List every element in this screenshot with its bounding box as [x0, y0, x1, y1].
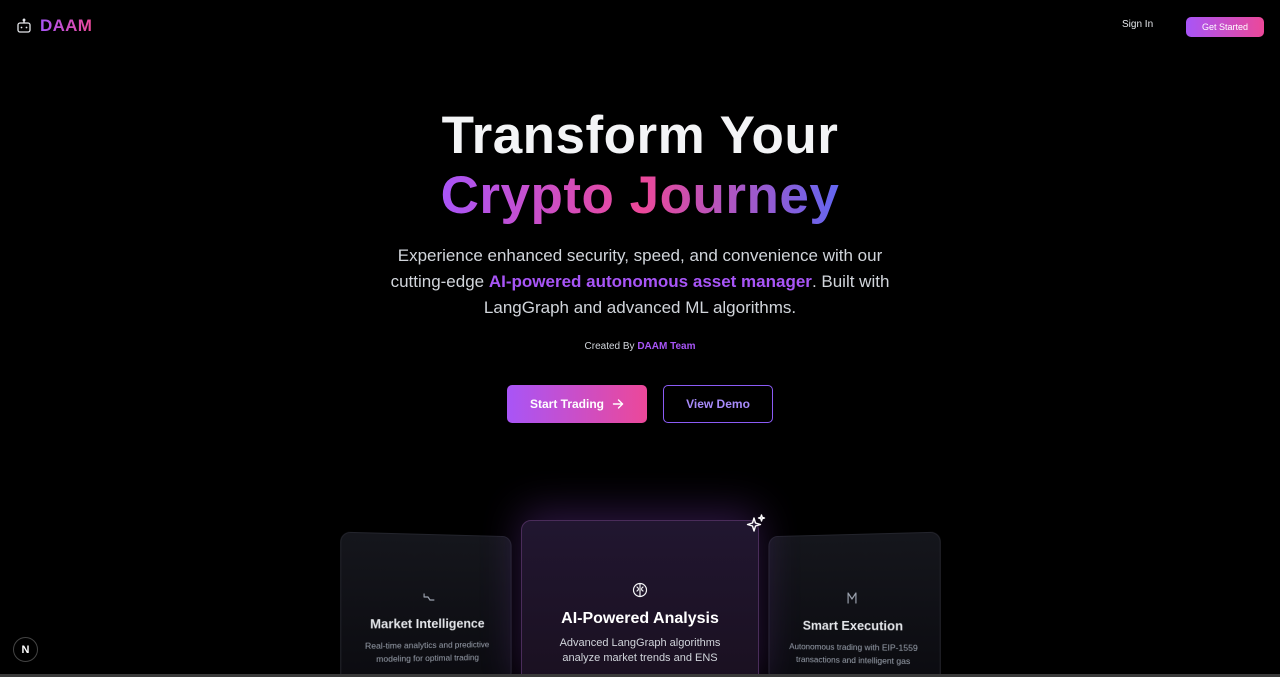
- arrow-right-icon: [612, 398, 624, 410]
- created-by: Created By DAAM Team: [0, 341, 1280, 352]
- dev-indicator-badge[interactable]: N: [13, 637, 38, 662]
- card-description: Advanced LangGraph algorithms analyze ma…: [545, 636, 735, 666]
- hero-description: Experience enhanced security, speed, and…: [380, 243, 900, 321]
- get-started-button[interactable]: Get Started: [1186, 17, 1264, 37]
- card-title: AI-Powered Analysis: [522, 610, 758, 628]
- card-description: Real-time analytics and predictive model…: [358, 638, 495, 666]
- hero-title: Transform Your Crypto Journey: [0, 106, 1280, 226]
- hero-title-line2: Crypto Journey: [441, 166, 840, 225]
- start-trading-label: Start Trading: [530, 397, 604, 411]
- feature-card-ai-analysis[interactable]: AI-Powered Analysis Advanced LangGraph a…: [521, 520, 759, 677]
- feature-card-smart-execution[interactable]: Smart Execution Autonomous trading with …: [768, 532, 940, 677]
- bolt-icon: [846, 592, 858, 604]
- hero-title-line1: Transform Your: [0, 106, 1280, 166]
- card-description: Autonomous trading with EIP-1559 transac…: [785, 640, 922, 668]
- brand-name: DAAM: [40, 16, 92, 36]
- sign-in-button[interactable]: Sign In: [1122, 19, 1153, 30]
- start-trading-button[interactable]: Start Trading: [507, 385, 647, 423]
- sparkle-icon: [745, 513, 767, 535]
- card-title: Market Intelligence: [341, 616, 510, 632]
- trend-line-icon: [423, 592, 435, 602]
- top-nav: DAAM Sign In Get Started: [0, 0, 1280, 54]
- view-demo-button[interactable]: View Demo: [663, 385, 773, 423]
- brain-icon: [632, 582, 648, 598]
- card-title: Smart Execution: [769, 618, 939, 634]
- hero-desc-highlight: AI-powered autonomous asset manager: [489, 272, 812, 291]
- brand-logo[interactable]: DAAM: [16, 16, 92, 36]
- bot-icon: [16, 18, 32, 34]
- created-team: DAAM Team: [637, 341, 695, 352]
- created-prefix: Created By: [585, 341, 638, 352]
- hero-title-line2-wrap: Crypto Journey: [0, 166, 1280, 226]
- feature-card-market-intelligence[interactable]: Market Intelligence Real-time analytics …: [340, 532, 511, 677]
